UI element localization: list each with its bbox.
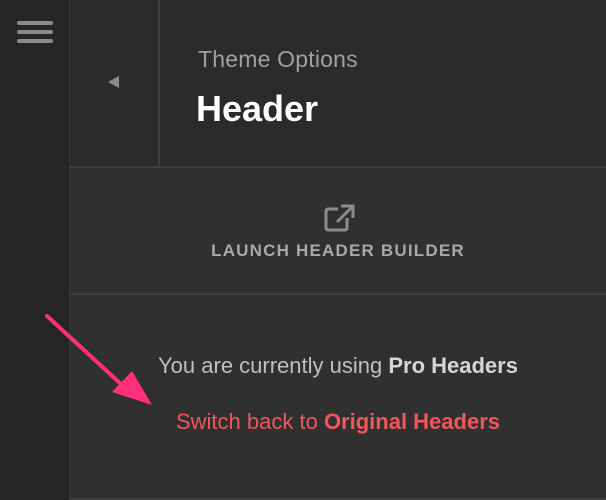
hamburger-line — [17, 30, 53, 34]
launch-header-builder-button[interactable]: LAUNCH HEADER BUILDER — [70, 168, 606, 295]
external-link-icon — [324, 204, 355, 232]
admin-rail — [0, 0, 70, 500]
hamburger-line — [17, 21, 53, 25]
hamburger-line — [17, 39, 53, 43]
section-header: Theme Options Header — [70, 0, 606, 168]
hamburger-menu-icon[interactable] — [17, 21, 53, 45]
page-title: Header — [196, 88, 319, 129]
launch-header-builder-label: LAUNCH HEADER BUILDER — [211, 241, 465, 260]
back-button[interactable] — [70, 0, 160, 166]
switch-to-original-headers-link[interactable]: Switch back to Original Headers — [70, 409, 606, 435]
header-status-panel: You are currently using Pro Headers Swit… — [70, 295, 606, 500]
status-prefix: You are currently using — [158, 353, 389, 378]
switch-prefix: Switch back to — [175, 409, 324, 434]
customizer-screen: Theme Options Header LAUNCH HEADER BUILD… — [0, 0, 606, 500]
back-triangle-icon — [108, 76, 119, 88]
current-header-status: You are currently using Pro Headers — [70, 353, 606, 379]
current-header-type: Pro Headers — [388, 353, 518, 378]
switch-target: Original Headers — [323, 409, 501, 434]
section-subtitle: Theme Options — [198, 46, 358, 72]
